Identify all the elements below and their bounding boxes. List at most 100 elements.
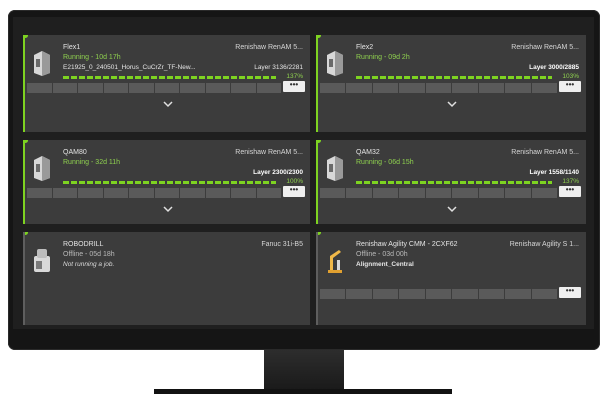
machine-model: Renishaw RenAM 5... bbox=[235, 149, 303, 156]
card-body: QAM32 Renishaw RenAM 5... Running - 06d … bbox=[318, 140, 586, 200]
machine-model: Renishaw RenAM 5... bbox=[235, 44, 303, 51]
status-cell bbox=[52, 83, 77, 93]
progress-bar bbox=[356, 76, 552, 79]
status-cells bbox=[318, 188, 586, 198]
progress-percent: 100% bbox=[286, 178, 303, 185]
card-body: Flex2 Renishaw RenAM 5... Running - 09d … bbox=[318, 35, 586, 95]
status-cell bbox=[129, 83, 154, 93]
machine-status: Running - 10d 17h bbox=[63, 54, 121, 61]
progress-bar bbox=[63, 181, 276, 184]
progress-bar bbox=[356, 181, 552, 184]
machine-status: Running - 32d 11h bbox=[63, 159, 121, 166]
status-cells bbox=[25, 188, 310, 198]
3d-printer-icon bbox=[327, 156, 343, 181]
status-cell bbox=[452, 289, 478, 299]
status-cells bbox=[318, 289, 586, 299]
status-cell bbox=[425, 188, 452, 198]
machine-name: ROBODRILL bbox=[63, 241, 104, 248]
layer-count: Layer 1558/1140 bbox=[529, 169, 579, 176]
status-cell bbox=[180, 83, 205, 93]
machine-status: Running - 09d 2h bbox=[356, 54, 410, 61]
job-name: E21925_0_240501_Horus_CuCrZr_TF-New... bbox=[63, 64, 196, 71]
status-cell bbox=[478, 289, 505, 299]
status-cell bbox=[531, 188, 557, 198]
status-cell bbox=[452, 188, 478, 198]
status-cell bbox=[231, 83, 256, 93]
machine-name: Flex2 bbox=[356, 44, 374, 51]
status-cells bbox=[25, 83, 310, 93]
status-cell bbox=[372, 83, 399, 93]
status-cell bbox=[103, 83, 128, 93]
chevron-down-icon[interactable] bbox=[162, 100, 173, 108]
status-cell bbox=[346, 188, 372, 198]
more-button[interactable]: ••• bbox=[283, 81, 305, 92]
machine-card[interactable]: Flex2 Renishaw RenAM 5... Running - 09d … bbox=[316, 35, 586, 132]
job-name: Alignment_Central bbox=[356, 261, 414, 268]
machine-card[interactable]: Renishaw Agility CMM - 2CXF62 Renishaw A… bbox=[316, 232, 586, 325]
machine-model: Renishaw Agility S 1... bbox=[509, 241, 579, 248]
status-cell bbox=[372, 188, 399, 198]
progress-percent: 103% bbox=[562, 73, 579, 80]
machine-name: QAM32 bbox=[356, 149, 380, 156]
status-cell bbox=[425, 289, 452, 299]
status-cell bbox=[256, 188, 281, 198]
status-cell bbox=[505, 188, 531, 198]
cmm-arm-icon bbox=[328, 250, 342, 273]
status-cell bbox=[205, 188, 230, 198]
status-cell bbox=[205, 83, 230, 93]
progress-percent: 137% bbox=[562, 178, 579, 185]
machine-card[interactable]: Flex1 Renishaw RenAM 5... Running - 10d … bbox=[23, 35, 310, 132]
status-cell bbox=[372, 289, 399, 299]
machine-model: Fanuc 31i-B5 bbox=[261, 241, 303, 248]
status-cell bbox=[452, 83, 478, 93]
status-cell bbox=[478, 83, 505, 93]
status-cell bbox=[399, 188, 425, 198]
machine-card[interactable]: ROBODRILL Fanuc 31i-B5 Offline - 05d 18h… bbox=[23, 232, 310, 325]
status-cell bbox=[505, 83, 531, 93]
more-button[interactable]: ••• bbox=[559, 287, 581, 298]
status-cell bbox=[478, 188, 505, 198]
status-cell bbox=[531, 83, 557, 93]
machine-card[interactable]: QAM80 Renishaw RenAM 5... Running - 32d … bbox=[23, 140, 310, 224]
machine-model: Renishaw RenAM 5... bbox=[511, 44, 579, 51]
status-cell bbox=[154, 83, 179, 93]
status-cell bbox=[346, 289, 372, 299]
card-body: Renishaw Agility CMM - 2CXF62 Renishaw A… bbox=[318, 232, 586, 299]
machine-model: Renishaw RenAM 5... bbox=[511, 149, 579, 156]
status-cell bbox=[78, 188, 103, 198]
machine-card[interactable]: QAM32 Renishaw RenAM 5... Running - 06d … bbox=[316, 140, 586, 224]
screen: Flex1 Renishaw RenAM 5... Running - 10d … bbox=[13, 17, 594, 329]
progress-bar bbox=[63, 76, 276, 79]
chevron-down-icon[interactable] bbox=[162, 205, 173, 213]
machine-status: Offline - 03d 00h bbox=[356, 251, 408, 258]
status-cells bbox=[318, 83, 586, 93]
more-button[interactable]: ••• bbox=[559, 81, 581, 92]
card-body: ROBODRILL Fanuc 31i-B5 Offline - 05d 18h… bbox=[25, 232, 310, 292]
chevron-down-icon[interactable] bbox=[447, 205, 457, 213]
chevron-down-icon[interactable] bbox=[447, 100, 457, 108]
status-cell bbox=[154, 188, 179, 198]
status-cell bbox=[531, 289, 557, 299]
monitor-neck bbox=[264, 350, 344, 390]
machine-name: Flex1 bbox=[63, 44, 81, 51]
status-cell bbox=[320, 188, 346, 198]
monitor-base bbox=[154, 389, 452, 394]
layer-count: Layer 3136/2281 bbox=[254, 64, 303, 71]
more-button[interactable]: ••• bbox=[283, 186, 305, 197]
status-cell bbox=[425, 83, 452, 93]
card-body: Flex1 Renishaw RenAM 5... Running - 10d … bbox=[25, 35, 310, 95]
layer-count: Layer 2300/2300 bbox=[253, 169, 303, 176]
machine-name: QAM80 bbox=[63, 149, 87, 156]
layer-count: Layer 3000/2885 bbox=[529, 64, 579, 71]
job-name: Not running a job. bbox=[63, 261, 115, 268]
status-cell bbox=[27, 188, 52, 198]
status-cell bbox=[103, 188, 128, 198]
status-cell bbox=[27, 83, 52, 93]
machine-status: Running - 06d 15h bbox=[356, 159, 414, 166]
status-cell bbox=[78, 83, 103, 93]
status-cell bbox=[320, 289, 346, 299]
status-cell bbox=[180, 188, 205, 198]
more-button[interactable]: ••• bbox=[559, 186, 581, 197]
progress-percent: 137% bbox=[286, 73, 303, 80]
card-body: QAM80 Renishaw RenAM 5... Running - 32d … bbox=[25, 140, 310, 200]
